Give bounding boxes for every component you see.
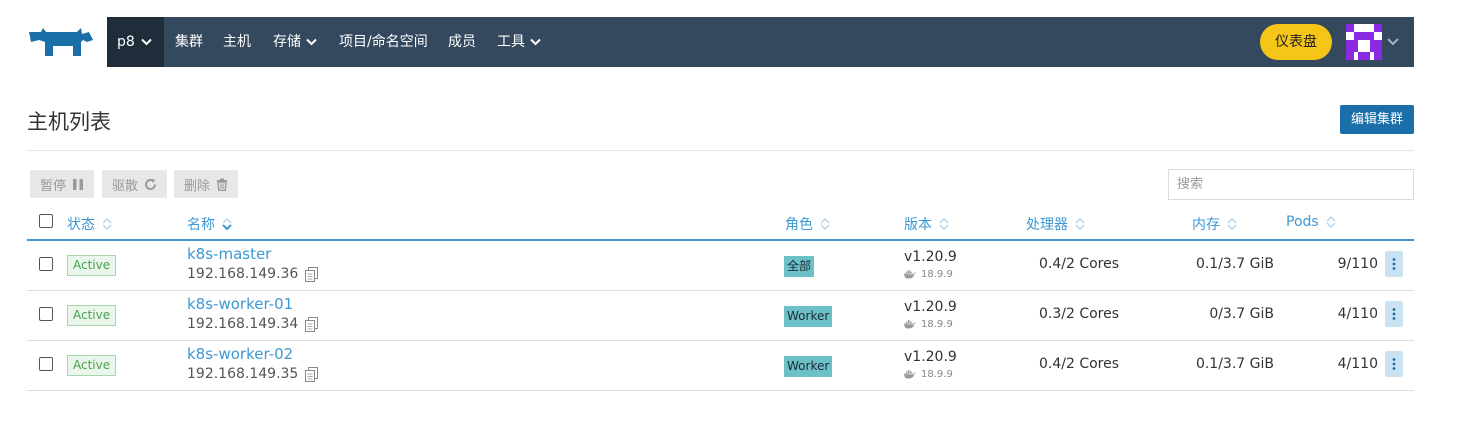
table-row: Active k8s-worker-01 192.168.149.34 Work… (27, 291, 1414, 341)
cpu-usage: 0.4/2 Cores (1039, 256, 1120, 272)
user-menu-chevron-icon[interactable] (1387, 37, 1399, 46)
user-avatar[interactable] (1346, 24, 1382, 60)
docker-version: 18.9.9 (904, 319, 953, 330)
row-actions-button[interactable] (1385, 301, 1403, 327)
memory-usage: 0.1/3.7 GiB (1195, 256, 1274, 272)
chevron-down-icon (306, 38, 317, 46)
docker-version: 18.9.9 (904, 269, 953, 280)
pause-icon (73, 178, 84, 190)
kubernetes-version: v1.20.9 (904, 249, 957, 265)
sort-icon (939, 217, 949, 231)
status-badge: Active (67, 255, 117, 276)
sort-icon (1326, 215, 1336, 229)
status-badge: Active (67, 355, 117, 376)
vertical-dots-icon (1392, 358, 1396, 370)
node-name-link[interactable]: k8s-master (187, 245, 271, 263)
dashboard-button[interactable]: 仪表盘 (1260, 24, 1332, 60)
pods-count: 4/110 (1337, 356, 1378, 372)
pods-count: 9/110 (1337, 256, 1378, 272)
top-navigation-bar: p8 集群 主机 存储 项目/命名空间 成员 工具 仪表盘 (107, 17, 1414, 67)
column-header-state[interactable]: 状态 (67, 214, 112, 234)
copy-icon[interactable] (305, 316, 319, 332)
delete-button[interactable]: 删除 (174, 170, 239, 198)
column-header-cpu[interactable]: 处理器 (1026, 214, 1085, 234)
docker-version: 18.9.9 (904, 369, 953, 380)
trash-icon (217, 178, 228, 191)
nav-item-tools[interactable]: 工具 (497, 17, 541, 67)
role-badge: 全部 (784, 256, 815, 277)
memory-usage: 0/3.7 GiB (1209, 306, 1274, 322)
chevron-down-icon (530, 38, 541, 46)
copy-icon[interactable] (305, 366, 319, 382)
sort-icon (1075, 217, 1085, 231)
vertical-dots-icon (1392, 308, 1396, 320)
column-header-role[interactable]: 角色 (785, 214, 830, 234)
nav-item-projects[interactable]: 项目/命名空间 (339, 17, 428, 67)
row-checkbox[interactable] (39, 357, 53, 371)
column-header-version[interactable]: 版本 (904, 214, 949, 234)
node-ip: 192.168.149.34 (187, 316, 319, 332)
cpu-usage: 0.4/2 Cores (1039, 356, 1120, 372)
pods-count: 4/110 (1337, 306, 1378, 322)
role-badge: Worker (784, 306, 833, 327)
nav-item-hosts[interactable]: 主机 (223, 17, 251, 67)
evict-button[interactable]: 驱散 (102, 170, 168, 198)
memory-usage: 0.1/3.7 GiB (1195, 356, 1274, 372)
node-ip: 192.168.149.35 (187, 366, 319, 382)
sort-icon (1227, 217, 1237, 231)
sort-icon (820, 217, 830, 231)
node-ip: 192.168.149.36 (187, 266, 319, 282)
table-row: Active k8s-master 192.168.149.36 全部 v1.2… (27, 241, 1414, 291)
docker-whale-icon (904, 320, 916, 329)
cluster-switcher[interactable]: p8 (107, 17, 164, 67)
pause-button[interactable]: 暂停 (30, 170, 95, 198)
select-all-checkbox[interactable] (39, 214, 53, 228)
kubernetes-version: v1.20.9 (904, 299, 957, 315)
row-checkbox[interactable] (39, 257, 53, 271)
header-divider (27, 150, 1414, 151)
node-name-link[interactable]: k8s-worker-01 (187, 295, 293, 313)
nav-item-members[interactable]: 成员 (448, 17, 476, 67)
nav-item-storage[interactable]: 存储 (273, 17, 317, 67)
rancher-logo-icon[interactable] (27, 26, 95, 58)
kubernetes-version: v1.20.9 (904, 349, 957, 365)
search-input[interactable] (1168, 169, 1414, 200)
status-badge: Active (67, 305, 117, 326)
row-checkbox[interactable] (39, 307, 53, 321)
column-header-pods[interactable]: Pods (1286, 214, 1336, 230)
table-row: Active k8s-worker-02 192.168.149.35 Work… (27, 341, 1414, 391)
cluster-name: p8 (117, 34, 135, 50)
role-badge: Worker (784, 356, 833, 377)
copy-icon[interactable] (305, 266, 319, 282)
row-actions-button[interactable] (1385, 351, 1403, 377)
docker-whale-icon (904, 370, 916, 379)
column-header-name[interactable]: 名称 (187, 214, 232, 234)
column-header-memory[interactable]: 内存 (1192, 214, 1237, 234)
page-title: 主机列表 (27, 110, 111, 134)
sort-icon (102, 217, 112, 231)
cpu-usage: 0.3/2 Cores (1039, 306, 1120, 322)
vertical-dots-icon (1392, 258, 1396, 270)
nav-item-cluster[interactable]: 集群 (175, 17, 203, 67)
chevron-down-icon (141, 38, 152, 46)
row-actions-button[interactable] (1385, 251, 1403, 277)
edit-cluster-button[interactable]: 编辑集群 (1340, 105, 1414, 134)
docker-whale-icon (904, 270, 916, 279)
refresh-icon (145, 178, 157, 190)
node-name-link[interactable]: k8s-worker-02 (187, 345, 293, 363)
sort-desc-icon (222, 217, 232, 231)
